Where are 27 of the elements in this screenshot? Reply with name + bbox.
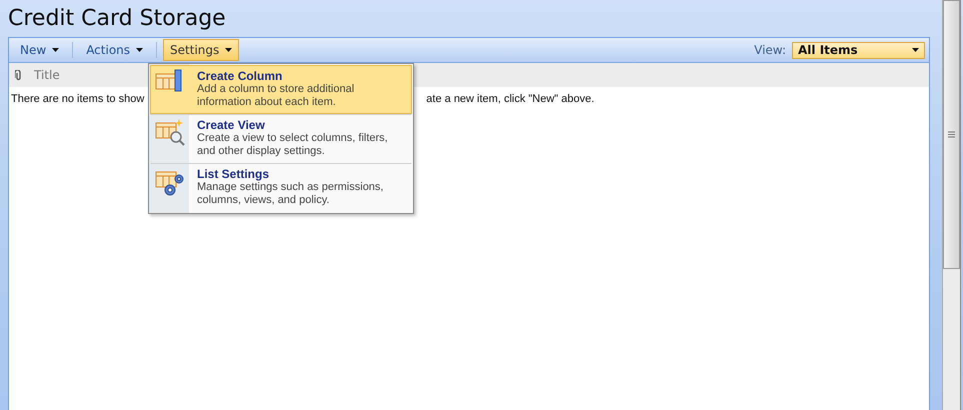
- menu-item-title: List Settings: [197, 167, 270, 181]
- scrollbar-thumb[interactable]: [943, 0, 960, 269]
- page-title: Credit Card Storage: [8, 5, 227, 33]
- column-header[interactable]: Title: [34, 68, 60, 82]
- toolbar-menu[interactable]: New: [13, 39, 66, 61]
- caret-icon: [136, 48, 144, 52]
- menu-item-title: Create View: [197, 118, 266, 132]
- menu-item[interactable]: Create View Create a view to select columns, filters, and other display settings.: [150, 114, 412, 163]
- menu-item-description: Manage settings such as permissions, columns, views, and policy.: [197, 181, 384, 207]
- caret-icon: [52, 48, 60, 52]
- empty-message: ate a new item, click "New" above.: [426, 93, 594, 105]
- menu-item[interactable]: List Settings Manage settings such as permissions, columns, views, and policy.: [150, 163, 412, 212]
- caret-icon: [912, 48, 919, 52]
- view-label: View:: [754, 43, 786, 57]
- grip-icon: [948, 131, 955, 138]
- menu-item-description: Add a column to store additional information about each item.: [197, 83, 356, 109]
- menu-item-description: Create a view to select columns, filters, and other display settings.: [197, 132, 389, 158]
- scrollbar[interactable]: [942, 0, 961, 410]
- caret-icon: [225, 48, 232, 52]
- empty-message: There are no items to show: [11, 93, 144, 105]
- table-magnifier-icon: [155, 118, 185, 148]
- toolbar-menu[interactable]: Settings: [163, 39, 240, 61]
- menu-item[interactable]: Create Column Add a column to store additional information about each item.: [150, 65, 412, 114]
- paperclip-icon: [15, 70, 22, 80]
- menu-item-title: Create Column: [197, 69, 284, 83]
- toolbar-menu[interactable]: Actions: [79, 39, 150, 61]
- view-dropdown[interactable]: All Items: [792, 42, 925, 58]
